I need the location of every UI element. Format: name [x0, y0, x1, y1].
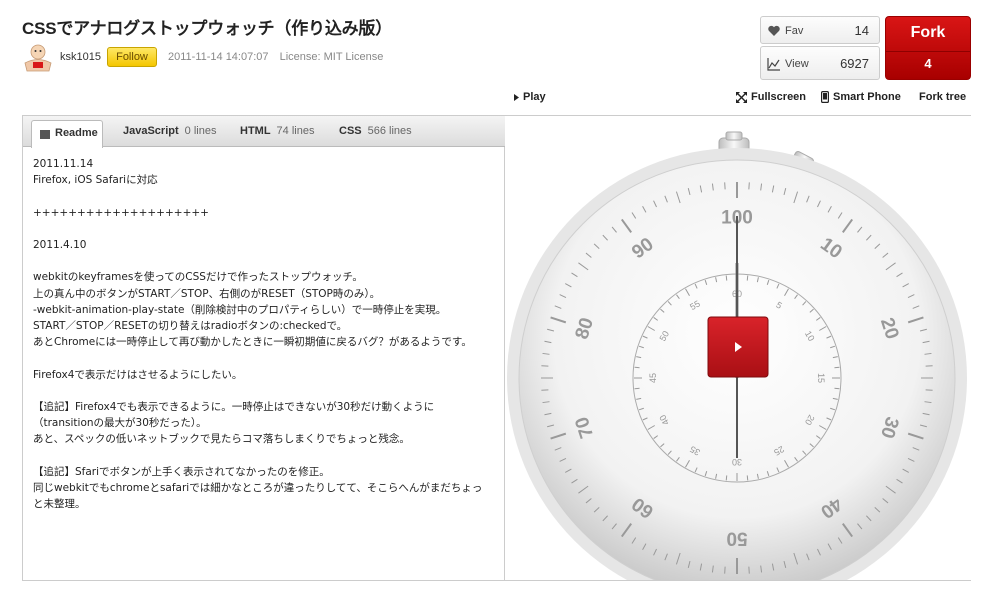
readme-line — [33, 253, 499, 269]
fullscreen-icon — [736, 91, 747, 103]
view-label: View — [785, 58, 809, 70]
tab-html[interactable]: HTML 74 lines — [240, 125, 314, 137]
fullscreen-button[interactable]: Fullscreen — [736, 91, 806, 103]
view-count: 6927 — [840, 56, 869, 71]
inner-label: 30 — [732, 457, 742, 467]
readme-line: と未整理。 — [33, 498, 86, 511]
play-button[interactable]: Play — [514, 91, 546, 103]
readme-line: 2011.4.10 — [33, 238, 87, 251]
readme-line: -webkit-animation-play-state（削除検討中のプロパティ… — [33, 303, 447, 316]
view-counter: View 6927 — [760, 46, 880, 80]
play-icon — [514, 93, 519, 101]
play-label: Play — [523, 91, 546, 103]
outer-label: 50 — [726, 528, 747, 549]
fork-label: Fork — [910, 24, 946, 41]
readme-line: webkitのkeyframesを使ってのCSSだけで作ったストップウォッチ。 — [33, 271, 363, 284]
readme-line: あとChromeには一時停止して再び動かしたときに一瞬初期値に戻るバグ？があるよ… — [33, 336, 472, 349]
tab-javascript[interactable]: JavaScript 0 lines — [123, 125, 216, 137]
readme-line: ++++++++++++++++++++ — [33, 206, 209, 219]
readme-line — [33, 221, 499, 237]
inner-tick — [634, 387, 640, 390]
readme-line: Firefox, iOS Safariに対応 — [33, 174, 158, 187]
heart-icon — [768, 25, 780, 36]
readme-line: 上の真ん中のボタンがSTART／STOP、右側のがRESET（STOP時のみ）。 — [33, 287, 381, 300]
preview-pane: 100102030405060708090 605101520253035404… — [506, 116, 971, 580]
readme-line — [33, 188, 499, 204]
page-title: CSSでアナログストップウォッチ（作り込み版） — [22, 19, 393, 38]
inner-tick — [746, 475, 749, 481]
fav-button[interactable]: Fav 14 — [760, 16, 880, 44]
inner-tick — [634, 366, 640, 369]
fork-tree-label: Fork tree — [919, 91, 967, 103]
fork-divider — [886, 51, 970, 52]
readme-icon — [40, 130, 50, 139]
smartphone-button[interactable]: Smart Phone — [821, 91, 901, 104]
tab-readme-label: Readme — [55, 127, 98, 139]
readme-line: 【追記】Firefox4でも表示できるように。一時停止はできないが30秒だけ動く… — [33, 400, 435, 413]
fullscreen-label: Fullscreen — [751, 91, 807, 103]
stopwatch: 100102030405060708090 605101520253035404… — [507, 131, 967, 580]
follow-button[interactable]: Follow — [107, 47, 157, 67]
tab-css[interactable]: CSS 566 lines — [339, 125, 412, 137]
smartphone-label: Smart Phone — [833, 91, 901, 103]
tab-readme[interactable]: Readme — [31, 120, 103, 148]
tab-css-label: CSS — [339, 125, 362, 137]
editor-panel: Readme JavaScript 0 lines HTML 74 lines CS… — [22, 115, 971, 581]
inner-tick — [834, 366, 840, 369]
inner-tick — [834, 387, 840, 390]
start-stop-button[interactable] — [707, 316, 769, 378]
readme-line: 同じwebkitでもchromeとsafariでは細かなところが違ったりしてて、… — [33, 481, 483, 494]
crown-cap — [725, 131, 743, 141]
readme-line — [33, 383, 499, 399]
fork-count: 4 — [924, 56, 932, 71]
inner-label: 15 — [816, 373, 826, 383]
fork-button[interactable]: Fork 4 — [885, 16, 971, 80]
readme-line: （transitionの最大が30秒だった）。 — [33, 417, 207, 430]
readme-line — [33, 448, 499, 464]
readme-line — [33, 350, 499, 366]
tab-css-lines: 566 lines — [367, 125, 412, 137]
inner-tick — [725, 475, 728, 481]
fav-count: 14 — [854, 23, 869, 38]
author-name[interactable]: ksk1015 — [60, 51, 101, 63]
readme-line: 【追記】Sfariでボタンが上手く表示されてなかったのを修正。 — [33, 465, 330, 478]
readme-line: Firefox4で表示だけはさせるようにしたい。 — [33, 368, 243, 381]
tab-javascript-lines: 0 lines — [184, 125, 217, 137]
tab-bar: Readme JavaScript 0 lines HTML 74 lines CS… — [23, 116, 505, 148]
license[interactable]: License: MIT License — [280, 51, 384, 63]
readme-line: START／STOP／RESETの切り替えはradioボタンの:checkedで… — [33, 319, 348, 332]
readme-line: あと、スペックの低いネットブックで見たらコマ落ちしまくりでちょっと残念。 — [33, 433, 410, 446]
fav-label: Fav — [785, 25, 804, 37]
fork-tree-link[interactable]: Fork tree — [919, 91, 966, 103]
inner-tick — [746, 275, 749, 281]
chart-icon — [767, 58, 780, 71]
code-pane: Readme JavaScript 0 lines HTML 74 lines CS… — [23, 116, 505, 580]
smartphone-icon — [821, 91, 829, 104]
avatar[interactable] — [22, 43, 54, 73]
inner-tick — [725, 275, 728, 281]
tab-html-label: HTML — [240, 125, 271, 137]
tab-html-lines: 74 lines — [276, 125, 315, 137]
inner-label: 45 — [648, 373, 658, 383]
post-datetime: 2011-11-14 14:07:07 — [168, 51, 269, 63]
readme-line: 2011.11.14 — [33, 158, 94, 170]
tab-javascript-label: JavaScript — [123, 125, 179, 137]
post-meta: 2011-11-14 14:07:07 License: MIT License — [168, 51, 391, 63]
readme-content: 2011.11.14 Firefox, iOS Safariに対応 ++++++++… — [33, 156, 499, 512]
